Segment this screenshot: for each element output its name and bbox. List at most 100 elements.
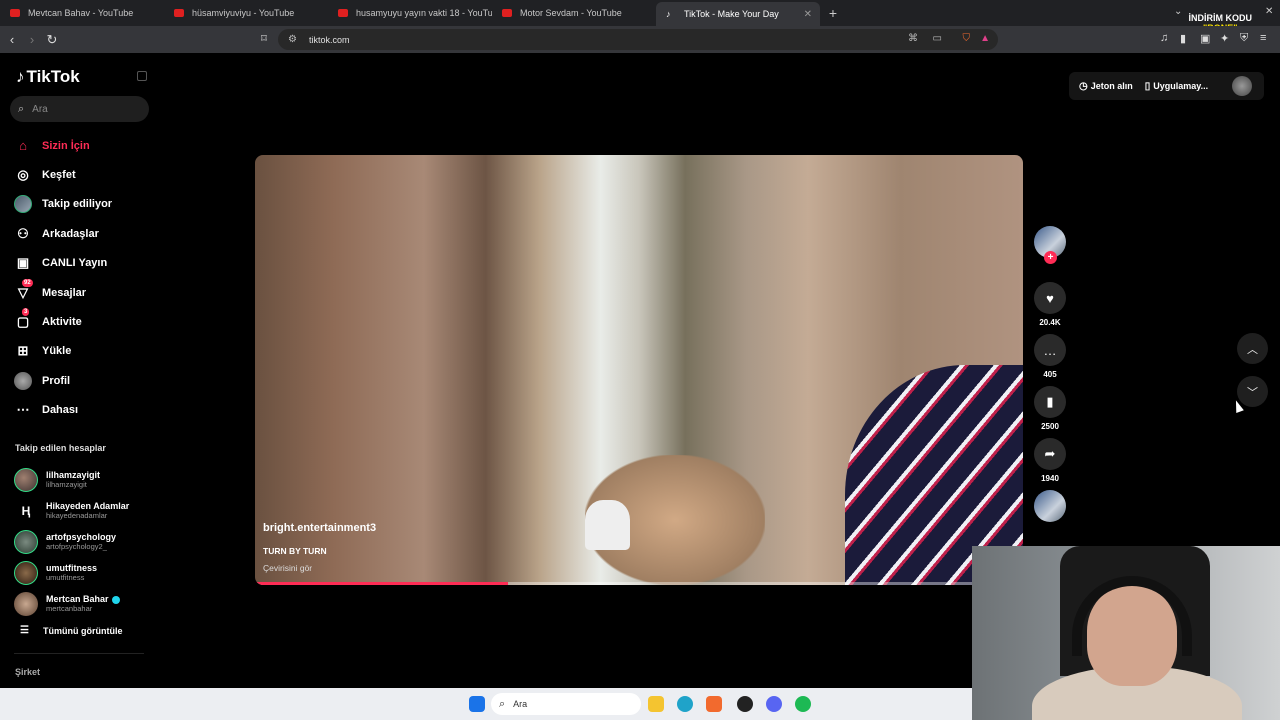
reload-icon[interactable]: ↻	[42, 32, 62, 48]
avatar	[14, 467, 38, 492]
company-link[interactable]: Şirket	[15, 667, 40, 677]
obs-icon[interactable]	[737, 696, 753, 712]
following-account[interactable]: umutfitness umutfitness	[14, 557, 160, 588]
nav-item-activity[interactable]: ▢ 3 Aktivite	[14, 307, 154, 336]
nav-item-explore[interactable]: ◎ Keşfet	[14, 160, 154, 189]
browser-tab[interactable]: Mevtcan Bahav - YouTube	[0, 0, 164, 26]
video-player[interactable]: bright.entertainment3 TURN BY TURN Çevir…	[255, 155, 1023, 585]
collapse-sidebar-icon[interactable]	[137, 71, 147, 81]
account-handle: lilhamzayigit	[46, 480, 87, 489]
extensions-icon[interactable]: ✦	[1220, 32, 1229, 45]
url-field[interactable]: ⚙ tiktok.com ⌘ ▭ ⛉ ▲	[278, 29, 998, 50]
logo-text: TikTok	[26, 67, 80, 86]
activity-icon: ▢	[16, 314, 30, 330]
rewards-icon[interactable]: ▲	[980, 33, 990, 44]
profile-avatar-icon	[14, 371, 32, 390]
tab-search-icon[interactable]: ⌄	[1174, 6, 1182, 17]
following-avatar-icon	[14, 195, 32, 214]
like-count: 20.4K	[1039, 318, 1061, 327]
account-name: Hikayeden Adamlar	[46, 501, 130, 511]
browser-tab-bar: Mevtcan Bahav - YouTube hüsamviyuviyu - …	[0, 0, 1280, 33]
save-button[interactable]: ▮	[1034, 386, 1066, 418]
forward-icon[interactable]: ›	[22, 32, 42, 47]
cast-icon[interactable]: ▭	[933, 33, 942, 44]
taskbar-search[interactable]: ⌕ Ara	[491, 693, 641, 715]
address-bar: ‹ › ↻ ⌑ ⚙ tiktok.com ⌘ ▭ ⛉ ▲ ♫ ▮ ▣ ✦ ⛨ ≡	[0, 26, 1280, 53]
tab-title: hüsamviyuviyu - YouTube	[192, 8, 295, 18]
discord-icon[interactable]	[766, 696, 782, 712]
start-icon[interactable]	[469, 696, 485, 712]
user-avatar[interactable]	[1232, 76, 1252, 96]
media-icon[interactable]: ♫	[1160, 32, 1168, 44]
nav-item-upload[interactable]: ⊞ Yükle	[14, 337, 154, 366]
heart-icon: ♥	[1046, 290, 1054, 306]
brave-shield-icon[interactable]: ⛉	[963, 33, 971, 44]
search-input[interactable]: ⌕ Ara	[10, 96, 149, 122]
wallet-icon[interactable]: ▣	[1200, 32, 1210, 45]
close-tab-icon[interactable]: ✕	[804, 9, 812, 20]
music-disc-icon[interactable]	[1034, 490, 1066, 522]
following-account[interactable]: artofpsychology artofpsychology2_	[14, 526, 160, 557]
get-app-button[interactable]: ▯ Uygulamay...	[1145, 81, 1208, 92]
nav-item-following[interactable]: Takip ediliyor	[14, 190, 154, 219]
creator-avatar[interactable]: +	[1034, 226, 1066, 264]
sidebar: ♪ TikTok ⌕ Ara ⌂ Sizin İçin ◎ Keşfet Takip e…	[0, 53, 160, 693]
nav-item-friends[interactable]: ⚇ Arkadaşlar	[14, 219, 154, 248]
verified-badge-icon	[111, 595, 120, 604]
translate-icon[interactable]: ⌘	[908, 33, 918, 44]
get-coins-button[interactable]: ◷ Jeton alın	[1079, 81, 1133, 92]
browser-tab[interactable]: Motor Sevdam - YouTube	[492, 0, 656, 26]
back-icon[interactable]: ‹	[2, 32, 22, 47]
nav-label: Sizin İçin	[42, 139, 90, 152]
compass-icon: ◎	[17, 167, 29, 183]
account-handle: umutfitness	[46, 573, 85, 582]
file-explorer-icon[interactable]	[648, 696, 664, 712]
like-button[interactable]: ♥	[1034, 282, 1066, 314]
nav-item-for-you[interactable]: ⌂ Sizin İçin	[14, 131, 154, 160]
avatar: Ⱨ	[14, 498, 38, 523]
sidebar-toggle-icon[interactable]: ▮	[1180, 32, 1186, 45]
spotify-icon[interactable]	[795, 696, 811, 712]
browser-tab[interactable]: hüsamviyuviyu - YouTube	[164, 0, 328, 26]
see-all-button[interactable]: ☰ Tümünü görüntüle	[20, 625, 122, 636]
nav-label: Keşfet	[42, 169, 76, 182]
following-account[interactable]: Ⱨ Hikayeden Adamlar hikayedenadamlar	[14, 495, 160, 526]
share-button[interactable]: ➦	[1034, 438, 1066, 470]
bookmark-icon[interactable]: ⌑	[254, 32, 274, 45]
following-account[interactable]: Mertcan Bahar mertcanbahar	[14, 588, 160, 619]
previous-video-button[interactable]: ︿	[1237, 333, 1268, 364]
comment-icon: …	[1043, 342, 1057, 358]
nav-item-live[interactable]: ▣ CANLI Yayın	[14, 249, 154, 278]
account-handle: artofpsychology2_	[46, 542, 107, 551]
next-video-button[interactable]: ﹀	[1237, 376, 1268, 407]
comment-button[interactable]: …	[1034, 334, 1066, 366]
video-author[interactable]: bright.entertainment3	[263, 522, 376, 534]
nav-item-profile[interactable]: Profil	[14, 366, 154, 395]
browser-tab[interactable]: husamyuyu yayın vakti 18 - YouTube	[328, 0, 492, 26]
live-tv-icon: ▣	[16, 255, 30, 271]
follow-plus-icon[interactable]: +	[1044, 251, 1057, 264]
new-tab-button[interactable]: +	[820, 5, 846, 21]
site-info-icon[interactable]: ⚙	[288, 34, 297, 45]
phone-icon: ▯	[1144, 80, 1151, 92]
chevron-up-icon: ︿	[1247, 343, 1258, 356]
nav-label: Profil	[42, 374, 71, 387]
see-translation-link[interactable]: Çevirisini gör	[263, 563, 312, 573]
messages-icon: ▽	[18, 284, 28, 300]
edge-icon[interactable]	[677, 696, 693, 712]
nav-label: Dahası	[42, 404, 79, 417]
brave-icon[interactable]	[706, 696, 722, 712]
bookmark-icon: ▮	[1046, 394, 1054, 409]
browser-tab-active[interactable]: ♪ TikTok - Make Your Day ✕	[656, 2, 820, 26]
nav-item-messages[interactable]: ▽ 92 Mesajlar	[14, 278, 154, 307]
main-nav: ⌂ Sizin İçin ◎ Keşfet Takip ediliyor ⚇ Arka…	[14, 131, 154, 425]
upload-icon: ⊞	[17, 343, 29, 359]
avatar	[14, 591, 38, 616]
following-account[interactable]: lilhamzayigit lilhamzayigit	[14, 464, 160, 495]
vpn-icon[interactable]: ⛨	[1240, 32, 1248, 45]
window-close-icon[interactable]: ✕	[1265, 6, 1273, 17]
menu-icon[interactable]: ≡	[1260, 32, 1266, 44]
video-progress-bar[interactable]	[255, 582, 1023, 585]
nav-item-more[interactable]: ⋯ Dahası	[14, 396, 154, 425]
tiktok-logo[interactable]: ♪ TikTok	[16, 67, 80, 87]
